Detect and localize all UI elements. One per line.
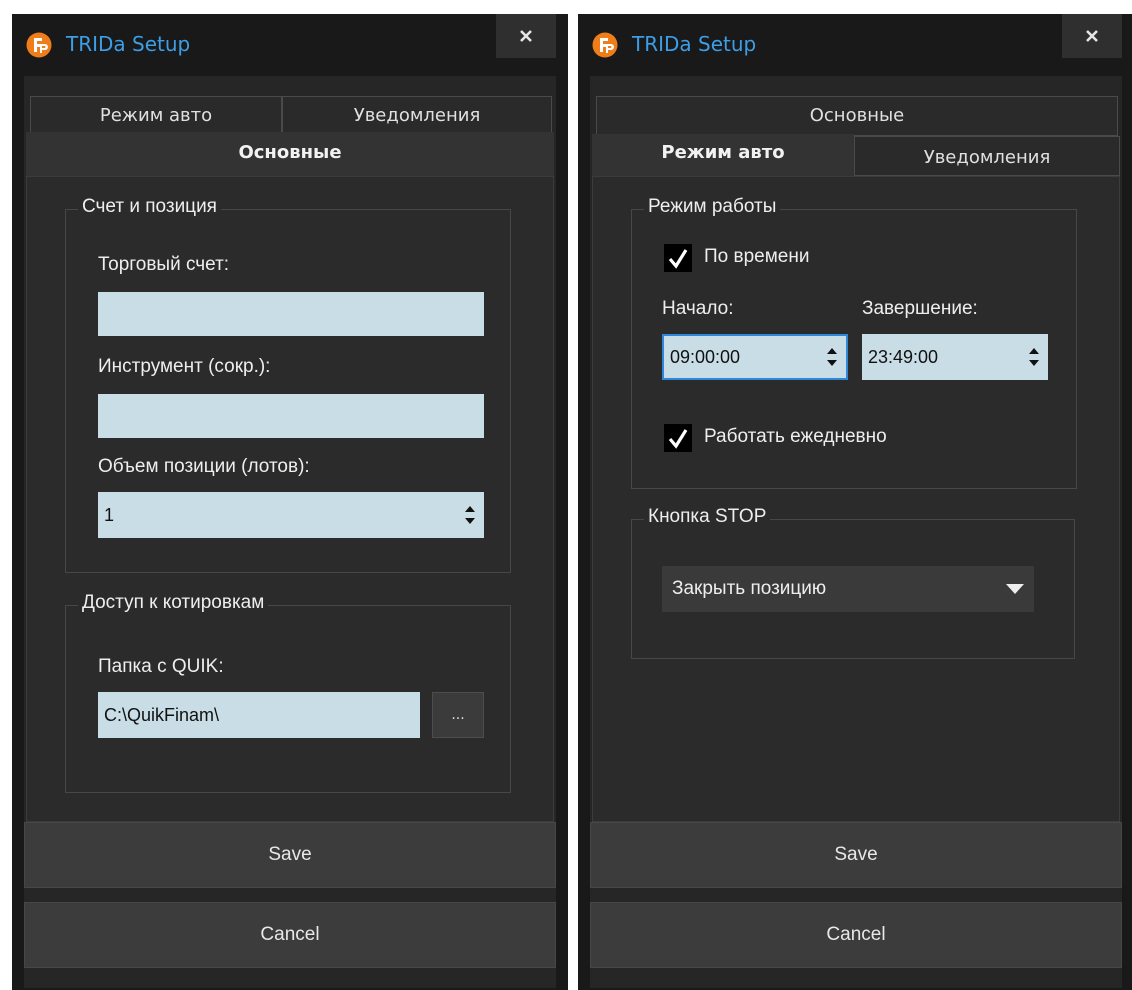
instrument-label: Инструмент (сокр.):: [98, 356, 271, 377]
title-bar[interactable]: TRIDa Setup: [578, 14, 1132, 74]
start-time-input[interactable]: 09:00:00: [662, 334, 848, 380]
group-title: Доступ к котировкам: [78, 592, 269, 614]
group-title: Счет и позиция: [78, 196, 221, 218]
stop-action-value: Закрыть позицию: [672, 578, 827, 599]
cancel-button[interactable]: Cancel: [590, 902, 1122, 968]
start-time-label: Начало:: [662, 298, 734, 319]
volume-stepper[interactable]: 1: [98, 492, 484, 538]
spin-arrows-icon[interactable]: [826, 345, 838, 369]
close-button[interactable]: [1062, 14, 1122, 58]
trade-account-input[interactable]: [98, 292, 484, 336]
by-time-checkbox[interactable]: [664, 244, 692, 272]
group-quotes-access: Доступ к котировкам Папка с QUIK: C:\Qui…: [65, 592, 511, 793]
close-icon: [520, 30, 532, 42]
instrument-input[interactable]: [98, 394, 484, 438]
trade-account-label: Торговый счет:: [98, 254, 230, 275]
group-title: Кнопка STOP: [644, 506, 771, 528]
daily-checkbox[interactable]: [664, 424, 692, 452]
tab-panel-auto-mode: Режим работы По времени Начало: 09:00:00…: [592, 176, 1120, 822]
by-time-label: По времени: [704, 246, 810, 267]
end-time-value: 23:49:00: [868, 346, 939, 367]
chevron-down-icon: [1006, 584, 1024, 594]
group-stop-button: Кнопка STOP Закрыть позицию: [631, 506, 1075, 659]
end-time-label: Завершение:: [862, 298, 978, 319]
trida-logo-icon: [26, 32, 52, 58]
end-time-input[interactable]: 23:49:00: [862, 334, 1048, 380]
window-content: Основные Режим авто Уведомления Режим ра…: [590, 76, 1122, 988]
tab-main[interactable]: Основные: [26, 132, 554, 176]
group-account-position: Счет и позиция Торговый счет: Инструмент…: [65, 196, 511, 573]
window-content: Режим авто Уведомления Основные Счет и п…: [24, 76, 556, 988]
tab-notifications[interactable]: Уведомления: [854, 136, 1120, 176]
volume-value: 1: [104, 504, 115, 525]
tab-notifications[interactable]: Уведомления: [282, 96, 552, 136]
save-button[interactable]: Save: [590, 822, 1122, 888]
setup-window-main: TRIDa Setup Режим авто Уведомления Основ…: [12, 14, 568, 990]
setup-window-auto: TRIDa Setup Основные Режим авто Уведомле…: [578, 14, 1132, 990]
save-button[interactable]: Save: [24, 822, 556, 888]
trida-logo-icon: [592, 32, 618, 58]
quik-folder-label: Папка с QUIK:: [98, 656, 224, 677]
cancel-button[interactable]: Cancel: [24, 902, 556, 968]
window-title: TRIDa Setup: [66, 32, 191, 56]
start-time-value: 09:00:00: [670, 346, 741, 367]
tab-panel-main: Счет и позиция Торговый счет: Инструмент…: [26, 176, 554, 822]
checkmark-icon: [668, 249, 688, 269]
group-work-mode: Режим работы По времени Начало: 09:00:00…: [631, 196, 1077, 489]
quik-folder-input[interactable]: C:\QuikFinam\: [98, 692, 420, 738]
spin-arrows-icon[interactable]: [464, 503, 476, 527]
stop-action-dropdown[interactable]: Закрыть позицию: [662, 566, 1034, 612]
spin-arrows-icon[interactable]: [1028, 345, 1040, 369]
tab-auto-mode[interactable]: Режим авто: [592, 134, 854, 176]
window-title: TRIDa Setup: [632, 32, 757, 56]
daily-label: Работать ежедневно: [704, 426, 887, 447]
checkmark-icon: [668, 429, 688, 449]
volume-label: Объем позиции (лотов):: [98, 456, 310, 477]
tab-auto-mode[interactable]: Режим авто: [30, 96, 282, 136]
tab-main[interactable]: Основные: [596, 96, 1118, 136]
group-title: Режим работы: [644, 196, 781, 218]
close-button[interactable]: [496, 14, 556, 58]
close-icon: [1086, 30, 1098, 42]
title-bar[interactable]: TRIDa Setup: [12, 14, 568, 74]
browse-folder-button[interactable]: ...: [432, 692, 484, 738]
